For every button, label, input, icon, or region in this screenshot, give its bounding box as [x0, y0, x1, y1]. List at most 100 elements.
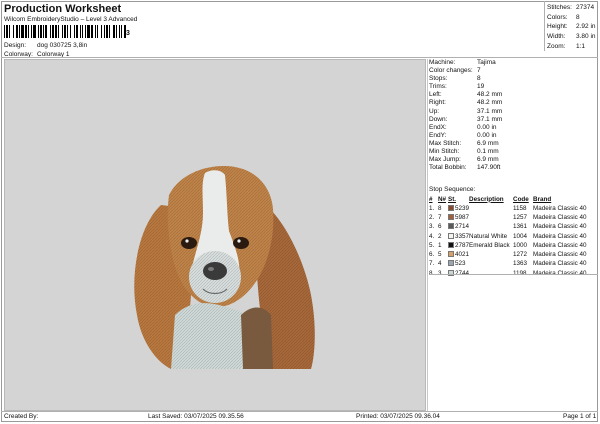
barcode-bar [101, 25, 102, 38]
info-label: Min Stitch: [429, 148, 460, 156]
stop-table-header: # N# St. Description Code Brand [429, 195, 598, 204]
info-value: 0.1 mm [477, 148, 499, 156]
needle-number-text: 1 [438, 241, 442, 249]
thread-code: 1363 [513, 259, 533, 268]
thread-brand-text: Madeira Classic 40 [533, 204, 587, 212]
thread-code: 1272 [513, 250, 533, 259]
col-header: Brand [533, 195, 552, 203]
design-preview [4, 59, 426, 411]
needle-number: 4 [438, 259, 448, 268]
stat-label: Colors: [547, 13, 568, 21]
barcode-bar [106, 25, 108, 38]
info-label: Down: [429, 115, 448, 123]
info-value: 37.1 mm [477, 107, 503, 115]
stitch-count: 523 [448, 259, 469, 268]
info-label: Color changes: [429, 67, 473, 75]
barcode-bar [116, 25, 117, 38]
stop-index: 5. [429, 241, 438, 250]
thread-brand: Madeira Classic 40 [533, 259, 598, 268]
stat-label: Stitches: [547, 4, 572, 11]
thread-description [469, 250, 513, 259]
col-header: # [429, 195, 433, 203]
barcode-bar [31, 25, 32, 38]
thread-code: 1000 [513, 241, 533, 250]
thread-brand: Madeira Classic 40 [533, 222, 598, 231]
needle-number-text: 8 [438, 204, 442, 212]
stitch-count-text: 3357 [455, 232, 470, 240]
col-header: Code [513, 195, 529, 203]
stitch-count: 5239 [448, 204, 469, 213]
barcode-bar [33, 25, 36, 38]
machine-info-row: Machine: Tajima [429, 59, 598, 67]
design-label: Design: [4, 42, 27, 49]
info-value: 6.9 mm [477, 156, 499, 164]
thread-brand-text: Madeira Classic 40 [533, 241, 587, 249]
stop-sequence-title: Stop Sequence: [429, 186, 476, 193]
stop-sequence-table: # N# St. Description Code Brand 1. 8 5239 1… [429, 195, 598, 278]
thread-code: 1257 [513, 213, 533, 222]
stitch-count: 4021 [448, 250, 469, 259]
thread-code: 1004 [513, 231, 533, 240]
stat-value: 3.80 in [576, 33, 596, 41]
barcode-tail: 3 [126, 30, 130, 37]
machine-info-row: Up: 37.1 mm [429, 108, 598, 116]
dog-embroidery-image [134, 166, 315, 369]
thread-brand: Madeira Classic 40 [533, 250, 598, 259]
info-label: Max Stitch: [429, 139, 462, 147]
barcode-bar [113, 25, 115, 38]
thread-code: 1361 [513, 222, 533, 231]
machine-info-row: Color changes: 7 [429, 67, 598, 75]
stat-label: Width: [547, 33, 566, 41]
barcode-bar [45, 25, 47, 38]
info-value: 19 [477, 83, 485, 91]
stop-index: 1. [429, 204, 438, 213]
needle-number: 6 [438, 222, 448, 231]
table-row: 3. 6 2714 1361 Madeira Classic 40 [429, 222, 598, 231]
barcode-bar [43, 25, 44, 38]
table-bottom-rule [429, 274, 598, 275]
barcode-bar [109, 25, 110, 38]
stitch-count-text: 4021 [455, 251, 470, 259]
stitch-count-text: 523 [455, 260, 466, 268]
machine-info-row: Max Stitch: 6.9 mm [429, 140, 598, 148]
barcode-graphic [4, 25, 126, 38]
barcode-bar [21, 25, 24, 38]
machine-info-row: Trims: 19 [429, 83, 598, 91]
software-name: Wilcom EmbroideryStudio – Level 3 Advanc… [4, 16, 138, 23]
stat-row: Colors: 8 [547, 13, 596, 23]
table-row: 7. 4 523 1363 Madeira Classic 40 [429, 259, 598, 268]
needle-number-text: 4 [438, 260, 442, 268]
stop-index: 3. [429, 222, 438, 231]
needle-number: 1 [438, 241, 448, 250]
barcode-bar [25, 25, 27, 38]
stitch-count-text: 2787 [455, 241, 470, 249]
info-label: Total Bobbin: [429, 164, 467, 172]
barcode-bar [16, 25, 18, 38]
stop-index-text: 1. [429, 204, 435, 212]
barcode-bar [9, 25, 10, 38]
col-header: St. [448, 195, 457, 203]
printed-date: Printed: 03/07/2025 09.36.04 [356, 413, 440, 420]
barcode-bar [40, 25, 42, 38]
barcode-bar [95, 25, 96, 38]
stat-row: Width: 3.80 in [547, 32, 596, 42]
thread-brand-text: Madeira Classic 40 [533, 213, 587, 221]
thread-code-text: 1004 [513, 232, 528, 240]
thread-description: Emerald Black [469, 241, 513, 250]
machine-info-panel: Machine: Tajima Color changes: 7 Stops: 8 Trim… [429, 59, 598, 172]
table-row: 2. 7 5987 1257 Madeira Classic 40 [429, 213, 598, 222]
table-row: 4. 2 3357 Natural White 1004 Madeira Classic … [429, 231, 598, 240]
stop-index: 6. [429, 250, 438, 259]
machine-info-row: Left: 48.2 mm [429, 91, 598, 99]
thread-code-text: 1257 [513, 213, 528, 221]
needle-number: 5 [438, 250, 448, 259]
stop-index-text: 7. [429, 260, 435, 268]
stat-value: 27374 [576, 4, 595, 11]
worksheet-title: Production Worksheet [4, 3, 122, 15]
barcode-bar [121, 25, 122, 38]
thread-brand-text: Madeira Classic 40 [533, 260, 587, 268]
stat-row: Zoom: 1:1 [547, 42, 596, 52]
info-label: EndY: [429, 131, 447, 139]
stat-value: 1:1 [576, 42, 586, 50]
header-separator [1, 57, 598, 58]
